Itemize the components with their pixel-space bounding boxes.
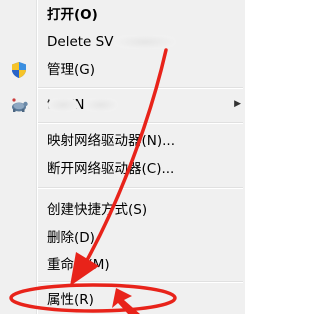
menu-item-delete[interactable]: 删除(D) (0, 227, 245, 249)
menu-item-properties[interactable]: 属性(R) (0, 289, 245, 311)
submenu-arrow-icon: ▶ (234, 99, 241, 109)
menu-item-label: 管理(G) (47, 62, 95, 78)
menu-item-label: 重命名(M) (47, 257, 110, 273)
menu-item-label: 属性(R) (47, 292, 94, 308)
menu-item-label: 断开网络驱动器(C)... (47, 161, 175, 177)
menu-item-label: 创建快捷方式(S) (47, 202, 148, 218)
menu-item-map-network-drive[interactable]: 映射网络驱动器(N)... (0, 130, 245, 152)
menu-separator (38, 122, 243, 124)
menu-item-label: 删除(D) (47, 230, 95, 246)
menu-item-label: 打开(O) (47, 7, 98, 23)
menu-item-label: 映射网络驱动器(N)... (47, 133, 176, 149)
menu-item-disconnect-network-drive[interactable]: 断开网络驱动器(C)... (0, 158, 245, 180)
menu-separator (38, 87, 243, 89)
menu-item-create-shortcut[interactable]: 创建快捷方式(S) (0, 199, 245, 221)
menu-item-delete-svn[interactable]: Delete SV ers (0, 31, 245, 53)
obscured-text-blur (48, 98, 78, 112)
menu-item-rename[interactable]: 重命名(M) (0, 254, 245, 276)
menu-item-open[interactable]: 打开(O) (0, 4, 245, 26)
shield-icon (9, 61, 29, 79)
menu-separator (38, 187, 243, 189)
menu-item-manage[interactable]: 管理(G) (0, 59, 245, 81)
obscured-text-blur (114, 35, 176, 49)
context-menu: 打开(O) Delete SV ers 管理(G) ▶ 映射网络驱动器(N)..… (0, 0, 245, 314)
menu-separator (38, 281, 243, 283)
tortoise-svn-icon (9, 96, 29, 114)
obscured-text-blur (84, 98, 118, 112)
menu-item-tortoise-svn[interactable]: t SVN ▶ (0, 94, 245, 116)
